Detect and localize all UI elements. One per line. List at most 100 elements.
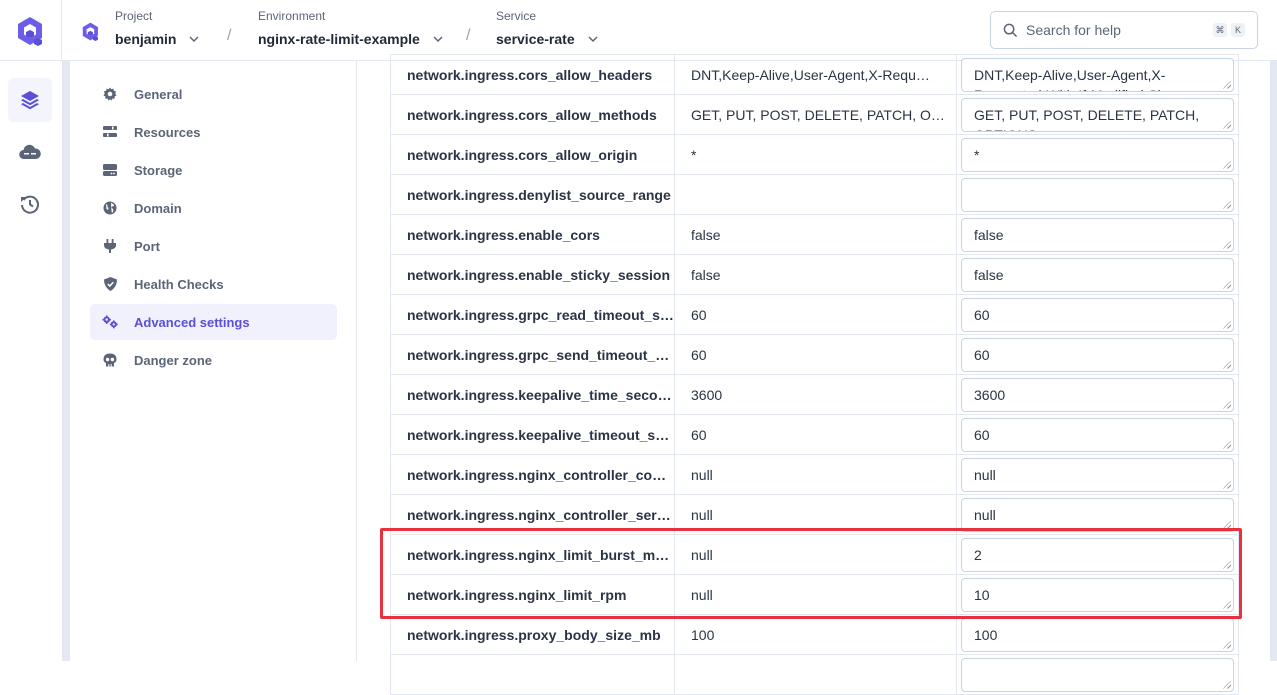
- sidebar-item-label: General: [134, 86, 183, 102]
- setting-current-value: 3600: [674, 374, 957, 415]
- settings-row: network.ingress.denylist_source_range: [390, 174, 1239, 215]
- settings-row: network.ingress.proxy_body_size_mb 100 1…: [390, 614, 1239, 655]
- help-search-input[interactable]: Search for help ⌘ K: [990, 11, 1258, 49]
- sidebar-item-label: Advanced settings: [134, 314, 250, 330]
- page-scrollbar[interactable]: [1270, 61, 1277, 661]
- settings-row: network.ingress.keepalive_time_seco… 360…: [390, 374, 1239, 415]
- setting-value-input[interactable]: [962, 178, 1233, 211]
- setting-value-input[interactable]: 60: [962, 338, 1233, 371]
- sidebar-item-domain[interactable]: Domain: [90, 190, 337, 226]
- setting-value-textarea-wrapper: false: [961, 217, 1234, 252]
- setting-current-value: 60: [674, 414, 957, 455]
- setting-current-value: null: [674, 454, 957, 495]
- setting-key: network.ingress.keepalive_timeout_s…: [390, 414, 675, 455]
- setting-current-value: false: [674, 214, 957, 255]
- setting-key: network.ingress.nginx_controller_serv…: [390, 494, 675, 535]
- setting-current-value: null: [674, 574, 957, 615]
- setting-value-textarea-wrapper: [961, 657, 1234, 692]
- setting-current-value: 100: [674, 614, 957, 655]
- settings-row: network.ingress.cors_allow_headers DNT,K…: [390, 54, 1239, 95]
- setting-value-textarea-wrapper: 60: [961, 337, 1234, 372]
- sidebar-item-danger-zone[interactable]: Danger zone: [90, 342, 337, 378]
- hard-drive-icon: [102, 162, 118, 178]
- settings-row: network.ingress.nginx_limit_rpm null 10: [390, 574, 1239, 615]
- sidebar-item-advanced-settings[interactable]: Advanced settings: [90, 304, 337, 340]
- sidebar-item-health-checks[interactable]: Health Checks: [90, 266, 337, 302]
- setting-key: network.ingress.cors_allow_origin: [390, 134, 675, 175]
- top-bar: Project benjamin / Environment nginx-rat…: [0, 0, 1277, 61]
- chevron-down-icon[interactable]: [188, 35, 200, 43]
- breadcrumb-environment[interactable]: Environment nginx-rate-limit-example: [258, 8, 444, 50]
- setting-value-textarea-wrapper: 60: [961, 417, 1234, 452]
- chevron-down-icon[interactable]: [432, 35, 444, 43]
- setting-edit-cell: 2: [956, 534, 1239, 575]
- setting-value-textarea-wrapper: GET, PUT, POST, DELETE, PATCH, OPTIONS: [961, 97, 1234, 132]
- setting-key: network.ingress.cors_allow_methods: [390, 94, 675, 135]
- advanced-settings-panel: network.ingress.cors_allow_headers DNT,K…: [358, 54, 1277, 695]
- globe-icon: [102, 200, 118, 216]
- setting-key: network.ingress.grpc_send_timeout_s…: [390, 334, 675, 375]
- setting-value-input[interactable]: GET, PUT, POST, DELETE, PATCH, OPTIONS: [962, 98, 1233, 131]
- advanced-settings-table: network.ingress.cors_allow_headers DNT,K…: [390, 54, 1239, 695]
- setting-edit-cell: 60: [956, 414, 1239, 455]
- setting-value-input[interactable]: [962, 658, 1233, 691]
- setting-value-input[interactable]: 60: [962, 418, 1233, 451]
- setting-current-value: null: [674, 494, 957, 535]
- setting-value-input[interactable]: 3600: [962, 378, 1233, 411]
- setting-value-input[interactable]: false: [962, 258, 1233, 291]
- setting-value-input[interactable]: null: [962, 458, 1233, 491]
- setting-edit-cell: 3600: [956, 374, 1239, 415]
- sidebar-item-general[interactable]: General: [90, 76, 337, 112]
- breadcrumb-separator: /: [227, 27, 232, 44]
- sidebar-item-port[interactable]: Port: [90, 228, 337, 264]
- setting-key: network.ingress.nginx_controller_con…: [390, 454, 675, 495]
- shortcut-key-k: K: [1231, 23, 1245, 37]
- settings-sidebar: General Resources Storage Domain Port He…: [70, 61, 357, 661]
- settings-row: network.ingress.cors_allow_origin * *: [390, 134, 1239, 175]
- setting-edit-cell: false: [956, 254, 1239, 295]
- setting-value-input[interactable]: false: [962, 218, 1233, 251]
- breadcrumb-project[interactable]: Project benjamin: [115, 8, 200, 50]
- sidebar-item-label: Port: [134, 238, 160, 254]
- app-logo[interactable]: [0, 0, 62, 61]
- sidebar-item-label: Storage: [134, 162, 183, 178]
- gears-icon: [102, 314, 118, 330]
- settings-row: network.ingress.cors_allow_methods GET, …: [390, 94, 1239, 135]
- breadcrumb-service[interactable]: Service service-rate: [496, 8, 599, 50]
- setting-value-input[interactable]: 10: [962, 578, 1233, 611]
- setting-value-textarea-wrapper: 60: [961, 297, 1234, 332]
- qovery-logo-icon: [17, 16, 42, 46]
- setting-edit-cell: 60: [956, 294, 1239, 335]
- main-rail-nav: [0, 61, 62, 661]
- setting-value-input[interactable]: 60: [962, 298, 1233, 331]
- shortcut-key-cmd: ⌘: [1213, 23, 1227, 37]
- setting-value-input[interactable]: 2: [962, 538, 1233, 571]
- rail-item-infrastructure[interactable]: [8, 130, 52, 174]
- setting-edit-cell: 10: [956, 574, 1239, 615]
- setting-value-input[interactable]: *: [962, 138, 1233, 171]
- breadcrumb-value: nginx-rate-limit-example: [258, 31, 420, 47]
- setting-value-input[interactable]: 100: [962, 618, 1233, 651]
- breadcrumb-label: Project: [115, 9, 153, 23]
- sidebar-item-label: Health Checks: [134, 276, 224, 292]
- skull-icon: [102, 352, 118, 368]
- settings-row: network.ingress.grpc_read_timeout_s… 60 …: [390, 294, 1239, 335]
- setting-value-textarea-wrapper: null: [961, 457, 1234, 492]
- sidebar-item-resources[interactable]: Resources: [90, 114, 337, 150]
- gear-icon: [102, 86, 118, 102]
- setting-current-value: 60: [674, 334, 957, 375]
- rail-item-history[interactable]: [8, 182, 52, 226]
- setting-current-value: DNT,Keep-Alive,User-Agent,X-Requ…: [674, 54, 957, 95]
- chevron-down-icon[interactable]: [587, 35, 599, 43]
- sidebar-item-storage[interactable]: Storage: [90, 152, 337, 188]
- setting-value-input[interactable]: null: [962, 498, 1233, 531]
- settings-row: network.ingress.nginx_controller_con… nu…: [390, 454, 1239, 495]
- settings-row: network.ingress.keepalive_timeout_s… 60 …: [390, 414, 1239, 455]
- setting-value-input[interactable]: DNT,Keep-Alive,User-Agent,X-Requested-Wi…: [962, 58, 1233, 91]
- breadcrumb-value: service-rate: [496, 31, 575, 47]
- rail-item-services[interactable]: [8, 78, 52, 122]
- setting-key: network.ingress.grpc_read_timeout_s…: [390, 294, 675, 335]
- setting-key: network.ingress.enable_sticky_session: [390, 254, 675, 295]
- sidebar-item-label: Danger zone: [134, 352, 213, 368]
- setting-edit-cell: null: [956, 494, 1239, 535]
